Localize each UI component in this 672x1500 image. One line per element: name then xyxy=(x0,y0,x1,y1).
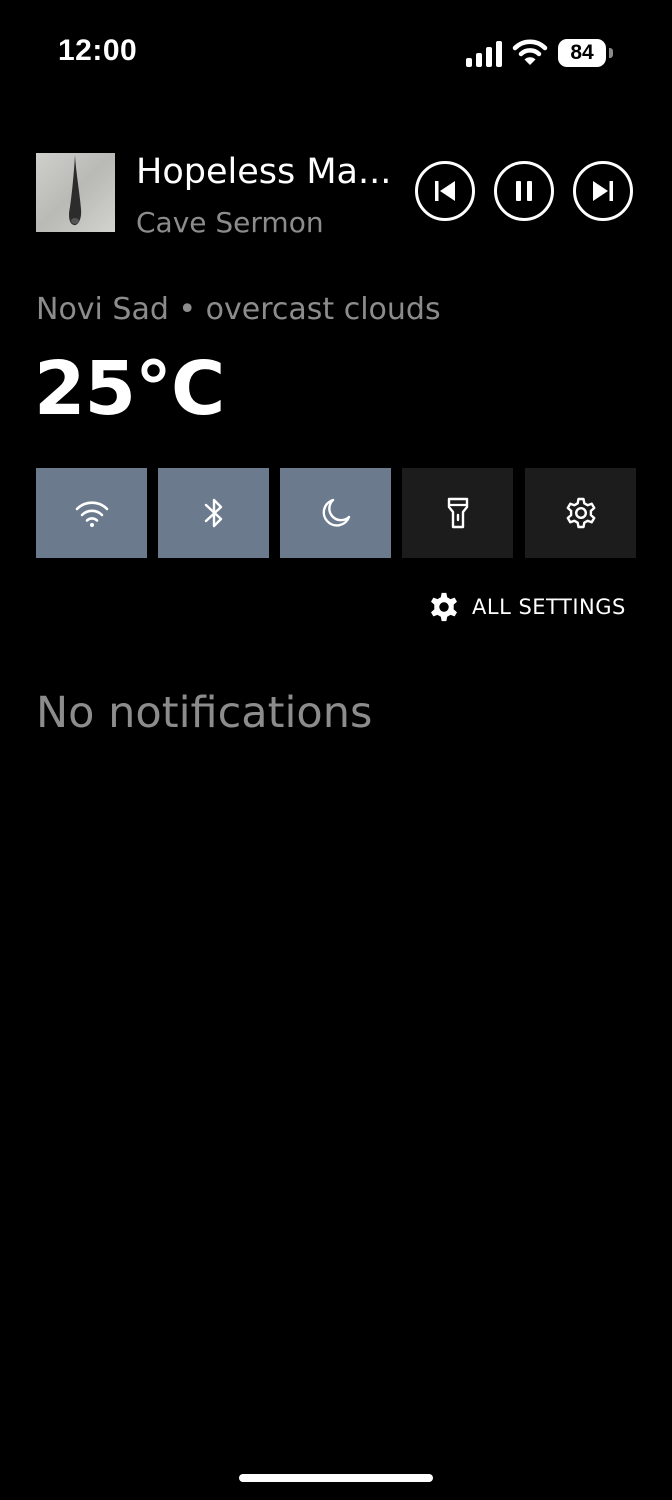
flashlight-toggle[interactable] xyxy=(402,468,513,558)
status-bar: 12:00 84 xyxy=(0,0,672,100)
home-indicator[interactable] xyxy=(239,1474,433,1482)
all-settings-button[interactable]: ALL SETTINGS xyxy=(428,590,626,624)
track-artist: Cave Sermon xyxy=(136,206,324,239)
all-settings-label: ALL SETTINGS xyxy=(472,595,626,619)
track-title[interactable]: Hopeless Ma... xyxy=(136,152,391,192)
signal-icon xyxy=(466,41,502,67)
wifi-icon xyxy=(512,39,548,65)
previous-button[interactable] xyxy=(415,161,475,221)
status-time: 12:00 xyxy=(58,34,138,67)
settings-toggle[interactable] xyxy=(525,468,636,558)
battery-icon: 84 xyxy=(558,39,614,67)
battery-cap xyxy=(609,48,613,58)
next-button[interactable] xyxy=(573,161,633,221)
next-icon xyxy=(593,181,613,201)
empty-notifications-text: No notifications xyxy=(36,688,373,738)
album-art[interactable] xyxy=(36,153,115,232)
pause-button[interactable] xyxy=(494,161,554,221)
flashlight-icon xyxy=(447,497,468,529)
wifi-toggle[interactable] xyxy=(36,468,147,558)
bluetooth-icon xyxy=(204,498,222,528)
media-player: Hopeless Ma... Cave Sermon xyxy=(36,152,636,239)
wifi-icon xyxy=(75,501,108,527)
previous-icon xyxy=(435,181,455,201)
gear-icon xyxy=(431,592,457,622)
weather-location: Novi Sad • overcast clouds xyxy=(36,292,441,327)
settings-icon xyxy=(566,497,595,529)
pause-icon xyxy=(516,181,532,201)
do-not-disturb-toggle[interactable] xyxy=(280,468,391,558)
moon-icon xyxy=(322,498,350,527)
bluetooth-toggle[interactable] xyxy=(158,468,269,558)
quick-settings xyxy=(36,468,636,558)
weather-temperature: 25°C xyxy=(34,346,225,432)
battery-level: 84 xyxy=(558,39,606,67)
